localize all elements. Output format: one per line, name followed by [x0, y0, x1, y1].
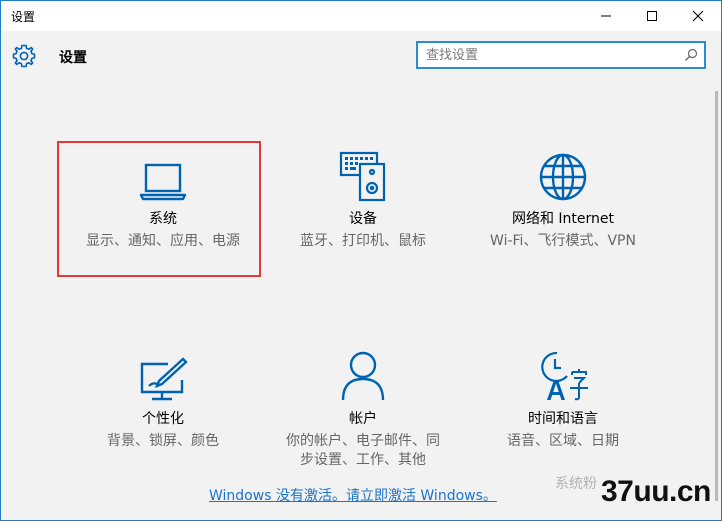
laptop-icon — [139, 163, 187, 201]
scrollbar[interactable] — [713, 81, 721, 511]
personalization-icon — [140, 357, 188, 401]
tile-devices[interactable]: 设备 蓝牙、打印机、鼠标 — [263, 144, 463, 251]
tile-personalization[interactable]: 个性化 背景、锁屏、颜色 — [63, 344, 263, 451]
settings-window: 设置 设置 查找设置 系统 显示、通知、应用、电源 设备 蓝牙、打印机、鼠标 网… — [0, 0, 722, 521]
tile-time-language-desc: 语音、区域、日期 — [507, 433, 619, 449]
scroll-thumb[interactable] — [715, 91, 718, 501]
tile-system[interactable]: 系统 显示、通知、应用、电源 — [63, 144, 263, 251]
maximize-button[interactable] — [629, 1, 675, 31]
window-title: 设置 — [11, 10, 36, 24]
page-title: 设置 — [59, 50, 87, 66]
tile-devices-desc: 蓝牙、打印机、鼠标 — [300, 233, 426, 249]
gear-icon — [12, 44, 36, 68]
search-input[interactable] — [426, 46, 676, 64]
person-icon — [341, 351, 385, 401]
tile-accounts-desc: 你的帐户、电子邮件、同步设置、工作、其他 — [286, 433, 440, 468]
tile-devices-name: 设备 — [349, 211, 377, 227]
search-box[interactable] — [416, 41, 706, 69]
maximize-icon — [647, 11, 657, 21]
tile-time-language-name: 时间和语言 — [528, 411, 598, 427]
tile-accounts[interactable]: 帐户 你的帐户、电子邮件、同步设置、工作、其他 — [263, 344, 463, 470]
close-button[interactable] — [675, 1, 721, 31]
title-bar: 设置 — [1, 1, 721, 31]
settings-header: 设置 — [1, 31, 721, 81]
time-language-icon — [541, 351, 588, 401]
tile-system-name: 系统 — [149, 211, 177, 227]
close-icon — [692, 10, 704, 22]
watermark-sub: 系统粉 — [555, 476, 597, 492]
devices-icon — [339, 151, 386, 202]
activation-link[interactable]: Windows 没有激活。请立即激活 Windows。 — [209, 485, 497, 505]
tile-personalization-name: 个性化 — [142, 411, 184, 427]
tile-personalization-desc: 背景、锁屏、颜色 — [107, 433, 219, 449]
globe-icon — [539, 153, 587, 201]
minimize-button[interactable] — [583, 1, 629, 31]
search-icon[interactable] — [684, 48, 698, 62]
tile-system-desc: 显示、通知、应用、电源 — [86, 233, 240, 249]
tile-network[interactable]: 网络和 Internet Wi-Fi、飞行模式、VPN — [463, 144, 663, 251]
watermark-text: 37uu.cn — [601, 475, 711, 508]
tile-network-desc: Wi-Fi、飞行模式、VPN — [490, 233, 636, 249]
tile-accounts-name: 帐户 — [349, 411, 377, 427]
tile-network-name: 网络和 Internet — [511, 211, 615, 227]
tile-time-language[interactable]: 时间和语言 语音、区域、日期 — [463, 344, 663, 451]
minimize-icon — [601, 15, 611, 17]
